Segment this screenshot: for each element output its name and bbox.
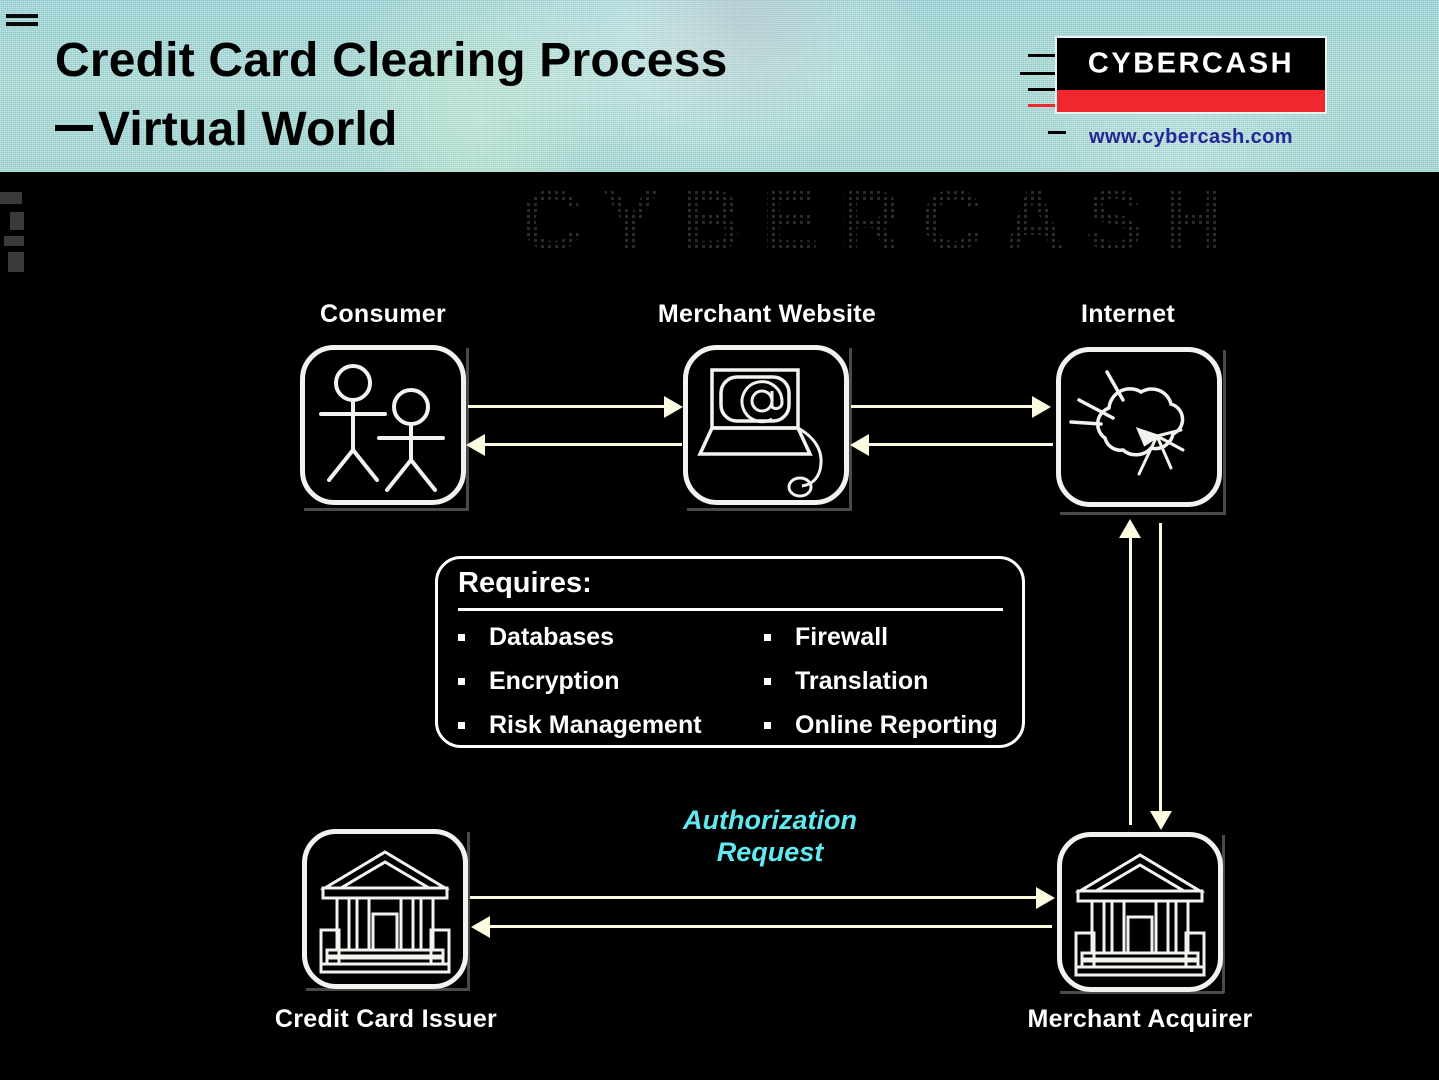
logo-wordmark: CYBERCASH [1087,47,1295,80]
requires-item-label: Firewall [795,622,889,651]
logo-plate: CYBERCASH [1055,36,1327,90]
requires-panel: Requires: Databases Firewall Encryption [435,556,1025,748]
authorization-request-label: Authorization Request [600,805,940,869]
bullet-icon [458,721,465,729]
header-tick-1 [6,14,38,18]
requires-item-label: Online Reporting [795,710,998,739]
network-cloud-icon [1069,370,1185,476]
requires-item-right: Translation [760,667,928,696]
flow-merchant-to-internet-head [1032,396,1051,418]
slide-header: Credit Card Clearing Process Virtual Wor… [0,0,1439,172]
node-credit-card-issuer[interactable] [302,829,468,989]
node-consumer[interactable] [300,345,466,505]
flow-merchant-to-consumer-head [466,434,485,456]
bullet-icon [458,677,465,685]
logo-red-bar [1055,90,1327,114]
consumer-shadow-bottom [304,508,469,511]
flow-acquirer-to-issuer-head [471,916,490,938]
requires-item-label: Translation [795,666,929,695]
requires-item-left: Encryption [454,667,760,696]
two-people-icon [319,364,445,492]
requires-item-right: Firewall [760,623,888,652]
title-line-2: Virtual World [98,103,398,157]
page-title: Credit Card Clearing Process Virtual Wor… [55,26,955,164]
bullet-icon [764,633,771,641]
merchant-website-shadow-bottom [687,508,852,511]
requires-item-label: Databases [489,622,615,651]
requires-title: Requires: [458,567,592,599]
flow-issuer-to-acquirer-head [1036,887,1055,909]
list-item: Databases Firewall [454,615,1014,659]
node-label-consumer: Consumer [319,300,447,328]
node-label-merchant-acquirer: Merchant Acquirer [1027,1005,1253,1033]
node-internet[interactable] [1056,347,1222,507]
header-tick-2 [6,22,38,26]
internet-shadow-bottom [1060,512,1226,515]
flow-consumer-to-merchant-line [468,405,668,408]
authorization-line-1: Authorization [683,805,857,835]
node-label-internet: Internet [1080,300,1176,328]
logo-url[interactable]: www.cybercash.com [1055,126,1327,149]
flow-merchant-to-internet-line [851,405,1035,408]
requires-list: Databases Firewall Encryption Translatio… [454,615,1014,747]
flow-acquirer-to-issuer-line [490,925,1052,928]
requires-item-right: Online Reporting [760,711,998,740]
slide-canvas: Credit Card Clearing Process Virtual Wor… [0,0,1439,1080]
list-item: Encryption Translation [454,659,1014,703]
list-item: Risk Management Online Reporting [454,703,1014,747]
bullet-icon [764,721,771,729]
flow-acquirer-to-internet-head [1119,519,1141,538]
node-merchant-website[interactable] [683,345,849,505]
em-dash-mark [55,124,93,131]
edge-artifact-1 [0,192,22,204]
requires-item-left: Databases [454,623,760,652]
bullet-icon [458,633,465,641]
requires-item-left: Risk Management [454,711,760,740]
bank-building-icon [319,850,451,974]
computer-at-sign-icon [697,368,823,498]
merchant-website-shadow-right [849,348,852,508]
flow-acquirer-to-internet-line [1129,527,1132,825]
node-label-merchant-website: Merchant Website [657,300,877,328]
flow-issuer-to-acquirer-line [470,896,1040,899]
cybercash-logo[interactable]: CYBERCASH www.cybercash.com [1055,36,1327,149]
flow-consumer-to-merchant-head [664,396,683,418]
title-line-2-wrap: Virtual World [55,95,955,164]
flow-internet-to-merchant-head [850,434,869,456]
edge-artifact-4 [8,252,24,272]
title-line-1: Credit Card Clearing Process [55,34,728,87]
bullet-icon [764,677,771,685]
requires-item-label: Encryption [489,666,620,695]
requires-divider [458,608,1003,611]
flow-internet-to-merchant-line [868,443,1053,446]
internet-shadow-right [1223,350,1226,512]
flow-internet-to-acquirer-line [1159,523,1162,813]
consumer-shadow-right [466,348,469,508]
node-merchant-acquirer[interactable] [1057,832,1223,992]
authorization-line-2: Request [716,836,824,867]
bank-building-icon [1074,853,1206,977]
flow-merchant-to-consumer-line [484,443,682,446]
node-label-credit-card-issuer: Credit Card Issuer [274,1005,498,1033]
requires-item-label: Risk Management [489,710,702,739]
edge-artifact-2 [10,212,24,230]
cybercash-watermark: CYBERCASH [520,176,1245,266]
edge-artifact-3 [4,236,24,246]
flow-internet-to-acquirer-head [1150,811,1172,830]
